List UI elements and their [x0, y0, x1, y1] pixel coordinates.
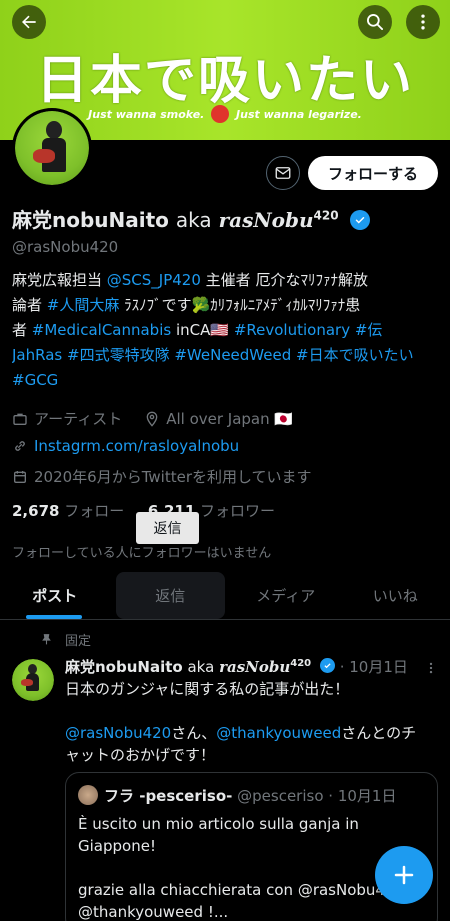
hashtag-link[interactable]: #伝 [355, 321, 383, 339]
plus-icon [394, 865, 414, 885]
tweet-header: 麻党nobuNaito aka rasNobu420 · 10月1日 [65, 658, 408, 676]
tweet-body: 日本のガンジャに関する私の記事が出た！ @rasNobu420さん、@thank… [65, 680, 417, 764]
hashtag-link[interactable]: #日本で吸いたい [291, 346, 414, 364]
profile-meta-row-1: アーティスト All over Japan 🇯🇵 [12, 408, 293, 429]
profile-avatar[interactable] [12, 108, 92, 188]
hashtag-link[interactable]: #人間大麻 [47, 296, 120, 314]
hashtag-link[interactable]: #Revolutionary [234, 321, 350, 339]
mutual-followers-note: フォローしている人にフォロワーはいません [12, 546, 272, 561]
profile-meta-row-2: Instagrm.com/rasloyalnobu [12, 437, 239, 455]
back-button[interactable] [12, 5, 46, 39]
mention-link[interactable]: @rasNobu420 [65, 724, 171, 742]
more-horizontal-icon [429, 662, 433, 674]
tweet-date[interactable]: · 10月1日 [340, 658, 408, 676]
profile-bio: 麻党広報担当 @SCS_JP420 主催者 厄介なﾏﾘﾌｧﾅ解放 論者 #人間大… [12, 271, 414, 389]
hashtag-link[interactable]: #WeNeedWeed [170, 346, 291, 364]
mail-icon [275, 167, 291, 179]
profile-website-link[interactable]: Instagrm.com/rasloyalnobu [34, 437, 239, 455]
mention-link[interactable]: @thankyouweed [216, 724, 341, 742]
profile-meta-row-3: 2020年6月からTwitterを利用しています [12, 466, 312, 487]
tweet-author-name[interactable]: 麻党nobuNaito [65, 658, 183, 676]
calendar-icon [14, 470, 26, 483]
hashtag-link[interactable]: #四式零特攻隊 [62, 346, 170, 364]
quote-header: フラ -pesceriso- @pesceriso · 10月1日 [104, 787, 397, 805]
tab-likes[interactable]: いいね [341, 572, 450, 619]
quote-author-avatar [78, 785, 98, 805]
quoted-tweet[interactable]: フラ -pesceriso- @pesceriso · 10月1日 È usci… [65, 772, 438, 921]
profile-joined-date: 2020年6月からTwitterを利用しています [34, 468, 312, 486]
profile-category: アーティスト [34, 410, 123, 428]
hashtag-link[interactable]: #MedicalCannabis [32, 321, 171, 339]
follow-button[interactable]: フォローする [308, 156, 438, 190]
search-button[interactable] [358, 5, 392, 39]
mention-link[interactable]: @SCS_JP420 [107, 271, 201, 289]
profile-location: All over Japan 🇯🇵 [166, 409, 294, 428]
briefcase-icon [13, 413, 27, 425]
cannabis-leaf-icon [211, 105, 230, 123]
following-link[interactable]: 2,678 フォロー [12, 502, 124, 520]
profile-handle: @rasNobu420 [12, 238, 119, 256]
banner-title: 日本で吸いたい [35, 51, 414, 111]
tab-replies[interactable]: 返信 [115, 572, 225, 619]
hashtag-link[interactable]: JahRas [12, 346, 62, 364]
location-pin-icon [146, 411, 158, 427]
profile-tabs: ポスト 返信 メディア いいね [0, 572, 450, 620]
tab-media[interactable]: メディア [231, 572, 341, 619]
tweet-author-avatar[interactable] [12, 659, 54, 701]
tweet-more-button[interactable] [424, 660, 438, 679]
link-icon [15, 441, 25, 451]
hashtag-link[interactable]: #GCG [12, 371, 58, 389]
profile-name: 麻党nobuNaito aka rasNobu420 [12, 204, 370, 233]
compose-button[interactable] [375, 846, 433, 904]
more-vertical-icon [421, 14, 425, 30]
message-button[interactable] [266, 156, 300, 190]
banner-subtitle-left: Just wanna smoke. [88, 108, 205, 121]
more-options-button[interactable] [406, 5, 440, 39]
search-icon [367, 14, 383, 31]
pinned-label: 固定 [40, 630, 91, 649]
verified-icon[interactable] [319, 658, 335, 673]
tooltip: 返信 [136, 512, 199, 544]
back-arrow-icon [22, 15, 36, 29]
banner-subtitle-right: Just wanna legarize. [236, 108, 362, 121]
verified-icon[interactable] [349, 209, 370, 230]
tab-posts[interactable]: ポスト [0, 572, 110, 619]
pin-icon [42, 634, 51, 645]
